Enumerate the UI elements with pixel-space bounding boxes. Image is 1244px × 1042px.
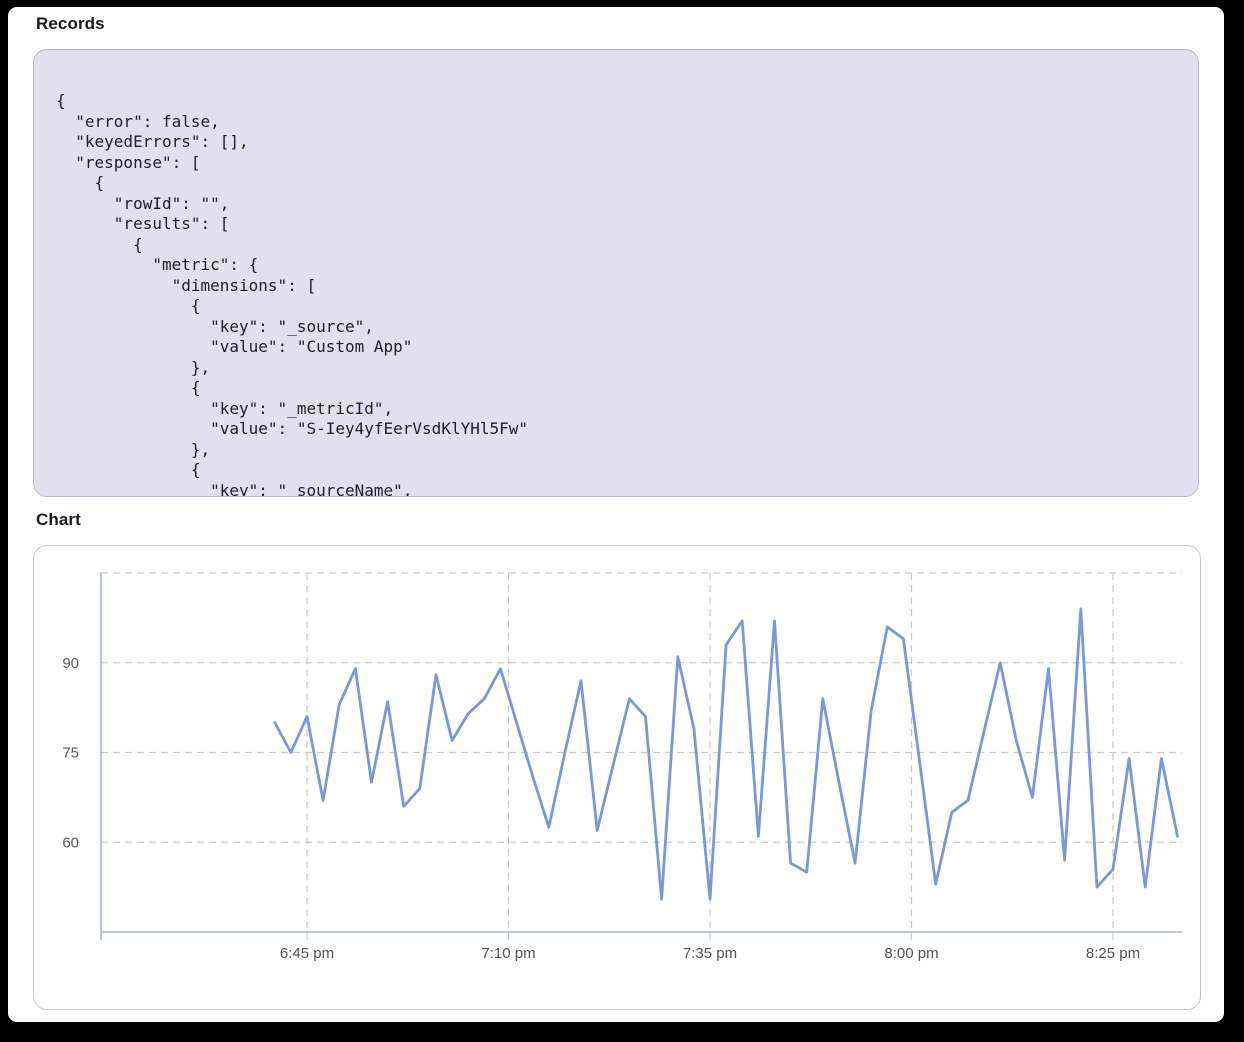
records-json-output: { "error": false, "keyedErrors": [], "re…	[34, 50, 1198, 497]
y-axis-label: 75	[62, 745, 79, 762]
records-json-panel[interactable]: { "error": false, "keyedErrors": [], "re…	[33, 49, 1199, 497]
chart-canvas[interactable]: 6:45 pm 7:10 pm 7:35 pm 8:00 pm 8:25 pm 60 75 9…	[34, 546, 1200, 1009]
x-axis-label: 8:00 pm	[884, 945, 938, 962]
records-section-title: Records	[36, 14, 105, 34]
x-axis-label: 7:35 pm	[683, 945, 737, 962]
chart-panel: 6:45 pm 7:10 pm 7:35 pm 8:00 pm 8:25 pm 60 75 9…	[33, 545, 1201, 1010]
x-axis-label: 6:45 pm	[280, 945, 334, 962]
chart-section-title: Chart	[36, 510, 81, 530]
metric-series-line	[275, 609, 1178, 899]
y-axis-label: 60	[62, 834, 79, 851]
y-axis-label: 90	[62, 655, 79, 672]
app-content: Records { "error": false, "keyedErrors":…	[8, 7, 1224, 1022]
x-axis-label: 7:10 pm	[481, 945, 535, 962]
x-axis-label: 8:25 pm	[1086, 945, 1140, 962]
